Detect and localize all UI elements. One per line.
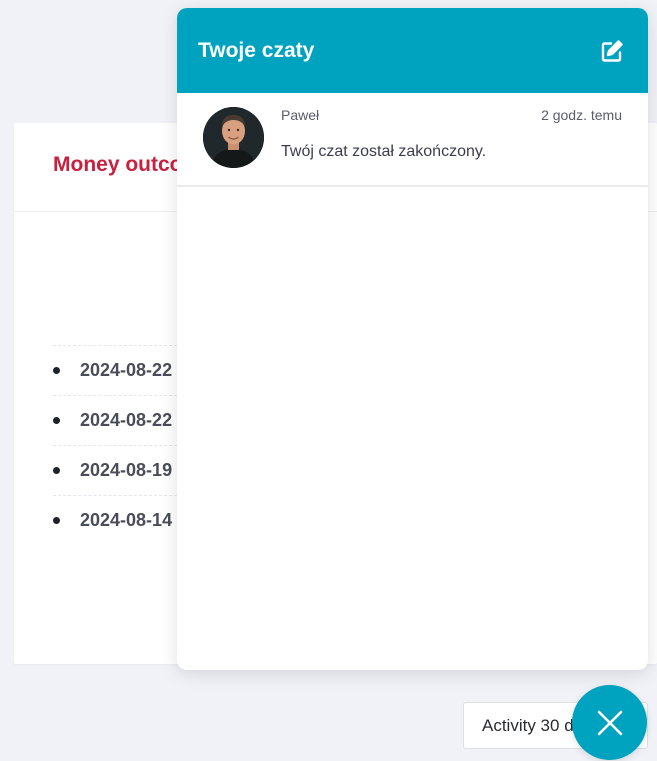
chat-body: Paweł 2 godz. temu Twój czat został zako…	[281, 107, 622, 185]
chat-timestamp: 2 godz. temu	[541, 107, 622, 123]
close-icon	[597, 710, 622, 735]
chat-panel: Twoje czaty Paweł 2 godz. temu Twój czat…	[177, 8, 648, 670]
bullet	[53, 467, 60, 474]
date-label: 2024-08-19	[80, 460, 173, 480]
chat-sender-name: Paweł	[281, 107, 320, 123]
bullet	[53, 417, 60, 424]
chat-header: Twoje czaty	[177, 8, 648, 93]
chat-meta: Paweł 2 godz. temu	[281, 107, 622, 123]
edit-icon[interactable]	[598, 37, 626, 65]
date-label: 2024-08-14	[80, 510, 173, 530]
chat-list: Paweł 2 godz. temu Twój czat został zako…	[177, 93, 648, 187]
avatar	[203, 107, 264, 168]
date-label: 2024-08-22	[80, 410, 173, 430]
chat-panel-title: Twoje czaty	[198, 38, 315, 62]
chat-last-message: Twój czat został zakończony.	[281, 143, 487, 160]
chat-list-item[interactable]: Paweł 2 godz. temu Twój czat został zako…	[177, 93, 648, 187]
card-title: Money outco	[53, 153, 183, 176]
date-label: 2024-08-22	[80, 360, 173, 380]
bullet	[53, 367, 60, 374]
close-chat-button[interactable]	[572, 685, 647, 760]
activity-button-label: Activity 30 d	[482, 715, 574, 735]
bullet	[53, 517, 60, 524]
